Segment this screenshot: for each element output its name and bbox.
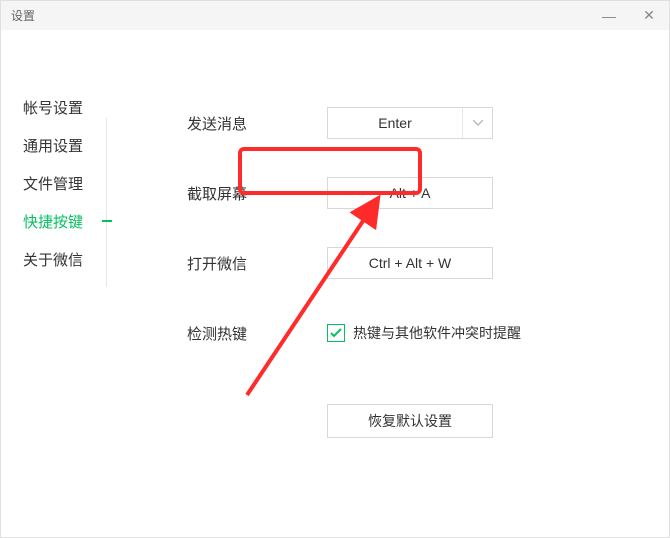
row-send-message: 发送消息 Enter: [187, 88, 669, 158]
titlebar: 设置 — ✕: [1, 0, 669, 30]
row-capture-screen: 截取屏幕 Alt + A: [187, 158, 669, 228]
minimize-button[interactable]: —: [589, 1, 629, 30]
open-wechat-label: 打开微信: [187, 253, 327, 274]
sidebar-item-about[interactable]: 关于微信: [1, 240, 107, 278]
row-open-wechat: 打开微信 Ctrl + Alt + W: [187, 228, 669, 298]
window-title: 设置: [11, 7, 35, 24]
sidebar-item-label: 帐号设置: [23, 97, 83, 118]
chevron-down-icon: [462, 108, 492, 138]
close-button[interactable]: ✕: [629, 1, 669, 30]
send-message-dropdown[interactable]: Enter: [327, 107, 493, 139]
sidebar-item-shortcuts[interactable]: 快捷按键: [1, 202, 107, 240]
sidebar-item-label: 快捷按键: [23, 211, 83, 232]
sidebar-item-files[interactable]: 文件管理: [1, 164, 107, 202]
capture-screen-input[interactable]: Alt + A: [327, 177, 493, 209]
restore-defaults-button[interactable]: 恢复默认设置: [327, 404, 493, 438]
send-message-label: 发送消息: [187, 113, 327, 134]
detect-hotkey-checkbox[interactable]: [327, 324, 345, 342]
sidebar-item-account[interactable]: 帐号设置: [1, 88, 107, 126]
sidebar-item-general[interactable]: 通用设置: [1, 126, 107, 164]
send-message-value: Enter: [328, 115, 462, 131]
detect-hotkey-checkbox-label: 热键与其他软件冲突时提醒: [353, 323, 521, 343]
window-controls: — ✕: [589, 1, 669, 30]
open-wechat-input[interactable]: Ctrl + Alt + W: [327, 247, 493, 279]
detect-hotkey-label: 检测热键: [187, 323, 327, 344]
open-wechat-value: Ctrl + Alt + W: [369, 255, 451, 271]
restore-defaults-label: 恢复默认设置: [368, 411, 452, 431]
sidebar-item-label: 关于微信: [23, 249, 83, 270]
capture-screen-label: 截取屏幕: [187, 183, 327, 204]
capture-screen-value: Alt + A: [390, 185, 431, 201]
main-panel: 发送消息 Enter 截取屏幕 Alt + A 打开微信 Ctrl + Alt …: [107, 30, 669, 537]
sidebar-item-label: 通用设置: [23, 135, 83, 156]
sidebar: 帐号设置 通用设置 文件管理 快捷按键 关于微信: [1, 30, 107, 537]
sidebar-item-label: 文件管理: [23, 173, 83, 194]
row-detect-hotkey: 检测热键 热键与其他软件冲突时提醒: [187, 298, 669, 368]
